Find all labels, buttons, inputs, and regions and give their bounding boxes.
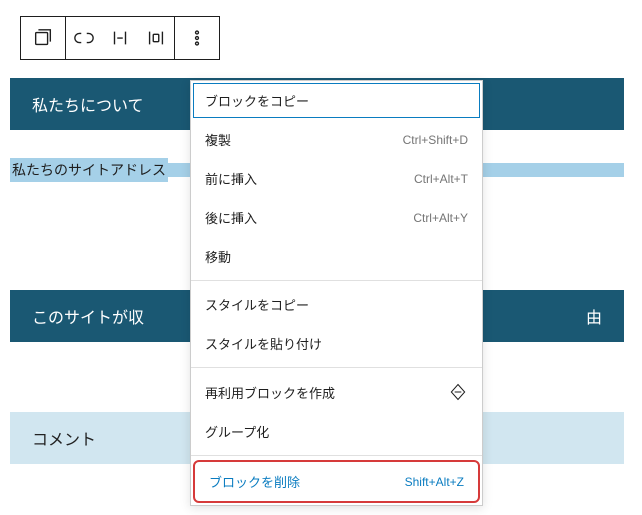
menu-separator [191, 280, 482, 281]
menu-delete-block-label: ブロックを削除 [209, 472, 300, 491]
layout-button[interactable] [138, 17, 174, 59]
menu-group[interactable]: グループ化 [191, 412, 482, 451]
menu-copy-block[interactable]: ブロックをコピー [191, 81, 482, 120]
menu-copy-styles-label: スタイルをコピー [205, 295, 309, 314]
menu-group-label: グループ化 [205, 422, 269, 441]
heading-data-prefix: このサイトが収 [32, 304, 144, 328]
menu-insert-after-shortcut: Ctrl+Alt+Y [413, 211, 468, 225]
block-type-button[interactable] [21, 17, 65, 59]
menu-insert-before-label: 前に挿入 [205, 169, 257, 188]
menu-duplicate-shortcut: Ctrl+Shift+D [403, 133, 468, 147]
justify-button[interactable] [102, 17, 138, 59]
layout-icon [145, 27, 167, 49]
heading-data-suffix: 由 [586, 304, 602, 328]
justify-icon [109, 27, 131, 49]
menu-insert-after-label: 後に挿入 [205, 208, 257, 227]
link-icon [73, 27, 95, 49]
more-options-button[interactable] [175, 17, 219, 59]
more-icon [186, 27, 208, 49]
menu-insert-before[interactable]: 前に挿入 Ctrl+Alt+T [191, 159, 482, 198]
menu-insert-before-shortcut: Ctrl+Alt+T [414, 172, 468, 186]
menu-copy-styles[interactable]: スタイルをコピー [191, 285, 482, 324]
toolbar-group-block [21, 17, 66, 59]
block-options-menu: ブロックをコピー 複製 Ctrl+Shift+D 前に挿入 Ctrl+Alt+T… [190, 80, 483, 506]
block-toolbar [20, 16, 220, 60]
menu-create-reusable[interactable]: 再利用ブロックを作成 [191, 372, 482, 412]
menu-separator [191, 367, 482, 368]
menu-delete-block-shortcut: Shift+Alt+Z [405, 475, 464, 489]
menu-create-reusable-label: 再利用ブロックを作成 [205, 383, 335, 402]
reusable-icon [448, 382, 468, 402]
toolbar-group-more [175, 17, 219, 59]
menu-duplicate-label: 複製 [205, 130, 231, 149]
address-selection[interactable]: 私たちのサイトアドレス [10, 158, 168, 182]
link-button[interactable] [66, 17, 102, 59]
menu-separator [191, 455, 482, 456]
menu-insert-after[interactable]: 後に挿入 Ctrl+Alt+Y [191, 198, 482, 237]
menu-delete-block[interactable]: ブロックを削除 Shift+Alt+Z [193, 460, 480, 503]
menu-move[interactable]: 移動 [191, 237, 482, 276]
toolbar-group-tools [66, 17, 175, 59]
menu-paste-styles[interactable]: スタイルを貼り付け [191, 324, 482, 363]
menu-duplicate[interactable]: 複製 Ctrl+Shift+D [191, 120, 482, 159]
columns-icon [32, 27, 54, 49]
menu-move-label: 移動 [205, 247, 231, 266]
menu-copy-block-label: ブロックをコピー [205, 91, 309, 110]
menu-paste-styles-label: スタイルを貼り付け [205, 334, 322, 353]
